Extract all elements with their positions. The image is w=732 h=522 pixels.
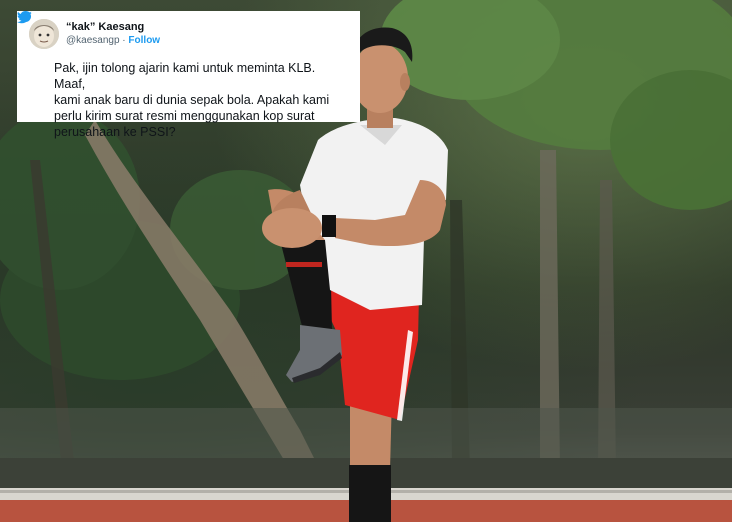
avatar[interactable] — [29, 19, 59, 49]
twitter-bird-icon[interactable] — [17, 11, 32, 24]
follow-link[interactable]: Follow — [128, 35, 160, 46]
tweet-text: Pak, ijin tolong ajarin kami untuk memin… — [54, 61, 330, 139]
tweet-card: “kak” Kaesang @kaesangp · Follow Pak, ij… — [17, 11, 360, 139]
raised-sock — [280, 240, 332, 330]
standing-sock — [349, 465, 391, 522]
handle[interactable]: @kaesangp — [66, 35, 120, 46]
tweet-header: “kak” Kaesang @kaesangp · Follow — [20, 11, 348, 51]
wristband — [322, 215, 336, 237]
head — [352, 43, 408, 113]
hands — [262, 208, 322, 248]
avatar-face-icon — [29, 19, 59, 49]
tweet-author: “kak” Kaesang @kaesangp · Follow — [20, 11, 160, 47]
photo-scene: “kak” Kaesang @kaesangp · Follow Pak, ij… — [0, 0, 732, 522]
display-name[interactable]: “kak” Kaesang — [66, 21, 144, 34]
